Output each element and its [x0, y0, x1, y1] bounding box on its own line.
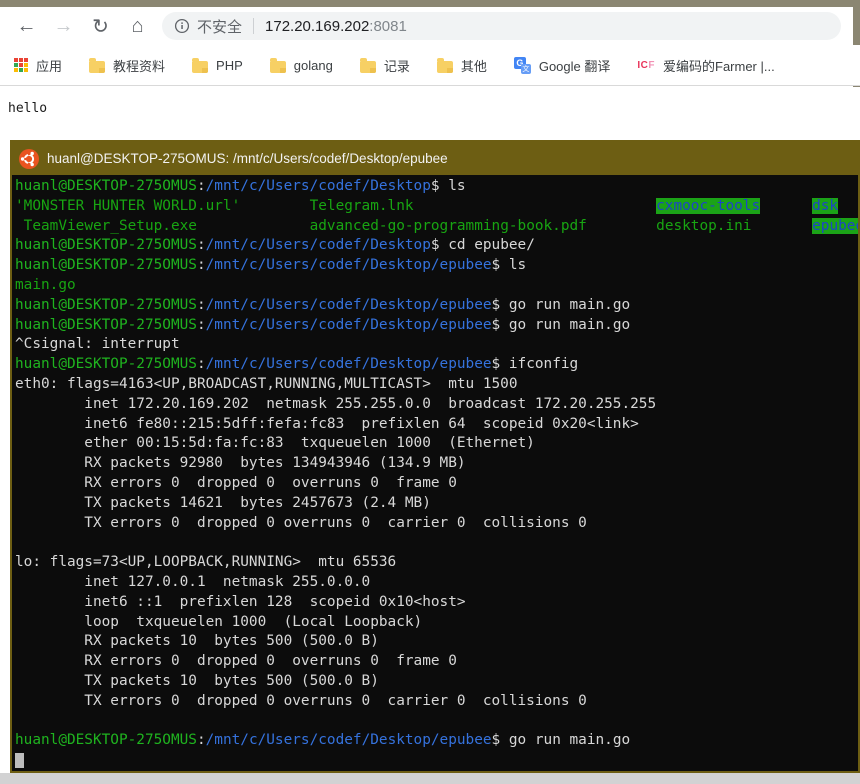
terminal-window: huanl@DESKTOP-275OMUS: /mnt/c/Users/code…: [10, 140, 860, 773]
terminal-line: RX packets 92980 bytes 134943946 (134.9 …: [15, 454, 858, 474]
terminal-line: huanl@DESKTOP-275OMUS:/mnt/c/Users/codef…: [15, 731, 858, 751]
url-port: :8081: [369, 18, 407, 35]
terminal-line: RX errors 0 dropped 0 overruns 0 frame 0: [15, 474, 858, 494]
terminal-line: [15, 533, 858, 553]
terminal-line: huanl@DESKTOP-275OMUS:/mnt/c/Users/codef…: [15, 177, 858, 197]
bookmark-item[interactable]: 教程资料: [89, 56, 165, 75]
terminal-line: RX packets 10 bytes 500 (500.0 B): [15, 632, 858, 652]
terminal-line: ether 00:15:5d:fa:fc:83 txqueuelen 1000 …: [15, 434, 858, 454]
page-content: hello: [0, 87, 860, 140]
terminal-cursor-line: [15, 751, 858, 771]
bookmark-label: 应用: [36, 56, 62, 75]
bookmark-item[interactable]: ICF 爱编码的Farmer |...: [637, 56, 774, 75]
icf-favicon: ICF: [637, 60, 655, 71]
page-body-text: hello: [0, 87, 860, 116]
terminal-output[interactable]: huanl@DESKTOP-275OMUS:/mnt/c/Users/codef…: [12, 175, 858, 773]
omnibox-separator: [253, 18, 254, 34]
bookmark-label: 爱编码的Farmer |...: [663, 56, 775, 75]
google-translate-icon: G文: [514, 57, 531, 74]
terminal-line: main.go: [15, 276, 858, 296]
bookmark-item[interactable]: 应用: [14, 56, 62, 75]
home-button[interactable]: ⌂: [119, 9, 156, 43]
terminal-title: huanl@DESKTOP-275OMUS: /mnt/c/Users/code…: [47, 151, 448, 166]
terminal-line: eth0: flags=4163<UP,BROADCAST,RUNNING,MU…: [15, 375, 858, 395]
terminal-titlebar[interactable]: huanl@DESKTOP-275OMUS: /mnt/c/Users/code…: [12, 142, 858, 175]
terminal-line: inet 172.20.169.202 netmask 255.255.0.0 …: [15, 395, 858, 415]
terminal-line: 'MONSTER HUNTER WORLD.url' Telegram.lnk …: [15, 197, 858, 217]
terminal-line: huanl@DESKTOP-275OMUS:/mnt/c/Users/codef…: [15, 236, 858, 256]
bookmark-item[interactable]: 记录: [360, 56, 410, 75]
bookmark-label: Google 翻译: [539, 56, 611, 75]
terminal-line: [15, 712, 858, 732]
terminal-line: inet 127.0.0.1 netmask 255.0.0.0: [15, 573, 858, 593]
bookmark-label: 教程资料: [113, 56, 165, 75]
bookmark-item[interactable]: PHP: [192, 58, 243, 73]
terminal-line: TX packets 14621 bytes 2457673 (2.4 MB): [15, 494, 858, 514]
bookmark-label: 记录: [384, 56, 410, 75]
folder-icon: [437, 61, 453, 73]
browser-toolbar: ← → ↻ ⌂ 不安全 172.20.169.202 :8081: [0, 7, 853, 45]
terminal-line: TeamViewer_Setup.exe advanced-go-program…: [15, 217, 858, 237]
info-icon[interactable]: [174, 18, 190, 34]
terminal-line: lo: flags=73<UP,LOOPBACK,RUNNING> mtu 65…: [15, 553, 858, 573]
folder-icon: [192, 61, 208, 73]
terminal-line: TX errors 0 dropped 0 overruns 0 carrier…: [15, 692, 858, 712]
window-top-edge: [0, 0, 860, 7]
terminal-line: loop txqueuelen 1000 (Local Loopback): [15, 613, 858, 633]
reload-button[interactable]: ↻: [82, 9, 119, 43]
bookmark-label: golang: [294, 58, 333, 73]
folder-icon: [360, 61, 376, 73]
terminal-line: TX errors 0 dropped 0 overruns 0 carrier…: [15, 514, 858, 534]
terminal-line: inet6 ::1 prefixlen 128 scopeid 0x10<hos…: [15, 593, 858, 613]
back-button[interactable]: ←: [8, 9, 45, 43]
url-host: 172.20.169.202: [265, 18, 369, 35]
bookmark-item[interactable]: G文 Google 翻译: [514, 56, 611, 75]
terminal-line: TX packets 10 bytes 500 (500.0 B): [15, 672, 858, 692]
address-bar[interactable]: 不安全 172.20.169.202 :8081: [162, 12, 841, 40]
terminal-cursor: [15, 753, 24, 768]
ubuntu-icon: [19, 149, 39, 169]
terminal-line: inet6 fe80::215:5dff:fefa:fc83 prefixlen…: [15, 415, 858, 435]
bookmark-label: 其他: [461, 56, 487, 75]
bookmark-item[interactable]: golang: [270, 58, 333, 73]
bookmark-item[interactable]: 其他: [437, 56, 487, 75]
terminal-line: huanl@DESKTOP-275OMUS:/mnt/c/Users/codef…: [15, 355, 858, 375]
security-label: 不安全: [197, 16, 242, 37]
desktop-bottom-edge: [0, 773, 860, 784]
terminal-line: RX errors 0 dropped 0 overruns 0 frame 0: [15, 652, 858, 672]
folder-icon: [89, 61, 105, 73]
apps-grid-icon: [14, 58, 28, 72]
forward-button[interactable]: →: [45, 9, 82, 43]
bookmark-label: PHP: [216, 58, 243, 73]
bookmarks-bar: 应用 教程资料 PHP golang 记录 其他 G文 Google 翻译 ICF 爱编码的Far…: [0, 45, 860, 86]
terminal-line: huanl@DESKTOP-275OMUS:/mnt/c/Users/codef…: [15, 296, 858, 316]
terminal-line: ^Csignal: interrupt: [15, 335, 858, 355]
terminal-line: huanl@DESKTOP-275OMUS:/mnt/c/Users/codef…: [15, 256, 858, 276]
terminal-line: huanl@DESKTOP-275OMUS:/mnt/c/Users/codef…: [15, 316, 858, 336]
folder-icon: [270, 61, 286, 73]
